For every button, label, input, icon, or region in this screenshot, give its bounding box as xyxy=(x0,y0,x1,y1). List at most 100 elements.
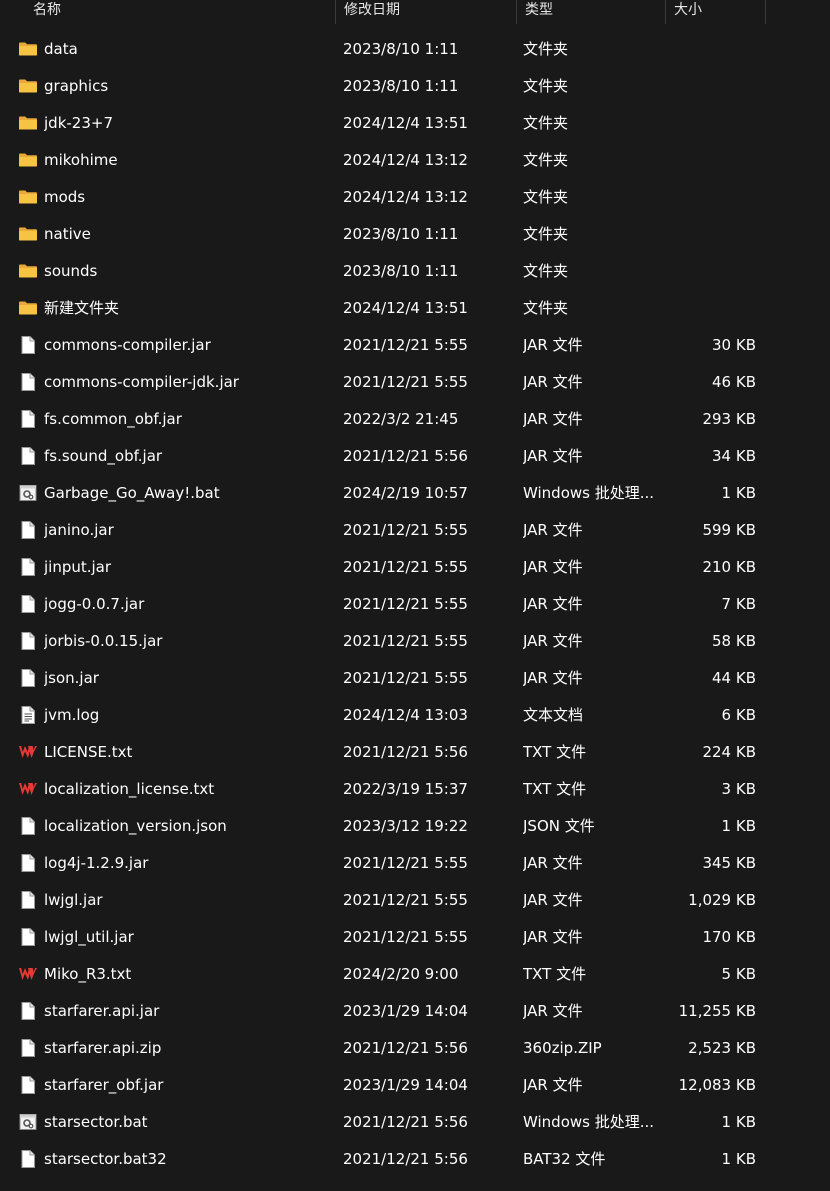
file-modified-date: 2024/12/4 13:51 xyxy=(343,299,468,317)
file-row[interactable]: jorbis-0.0.15.jar 2021/12/21 5:55 JAR 文件 58… xyxy=(0,623,830,660)
file-modified-date: 2023/8/10 1:11 xyxy=(343,40,459,58)
file-row[interactable]: commons-compiler-jdk.jar 2021/12/21 5:55 J… xyxy=(0,364,830,401)
file-modified-date: 2024/12/4 13:03 xyxy=(343,706,468,724)
column-header-type[interactable]: 类型 xyxy=(517,0,665,24)
file-modified-date: 2021/12/21 5:56 xyxy=(343,1150,468,1168)
file-name: graphics xyxy=(44,77,109,95)
file-icon xyxy=(18,372,38,392)
file-type: 文件夹 xyxy=(523,225,569,243)
file-row[interactable]: 新建文件夹 2024/12/4 13:51 文件夹 xyxy=(0,290,830,327)
file-icon xyxy=(18,335,38,355)
column-divider[interactable] xyxy=(765,0,766,24)
file-icon xyxy=(18,409,38,429)
file-row[interactable]: Miko_R3.txt 2024/2/20 9:00 TXT 文件 5 KB xyxy=(0,956,830,993)
file-row[interactable]: localization_version.json 2023/3/12 19:22… xyxy=(0,808,830,845)
file-modified-date: 2022/3/2 21:45 xyxy=(343,410,459,428)
file-row[interactable]: native 2023/8/10 1:11 文件夹 xyxy=(0,216,830,253)
file-icon xyxy=(18,1038,38,1058)
file-name: lwjgl_util.jar xyxy=(44,928,134,946)
file-modified-date: 2021/12/21 5:55 xyxy=(343,336,468,354)
file-type: JAR 文件 xyxy=(523,669,583,687)
file-size: 345 KB xyxy=(702,854,756,872)
column-header-size[interactable]: 大小 xyxy=(666,0,766,24)
file-type: JSON 文件 xyxy=(523,817,595,835)
file-row[interactable]: janino.jar 2021/12/21 5:55 JAR 文件 599 KB xyxy=(0,512,830,549)
file-row[interactable]: commons-compiler.jar 2021/12/21 5:55 JAR 文… xyxy=(0,327,830,364)
file-name: 新建文件夹 xyxy=(44,299,120,317)
folder-icon xyxy=(18,261,38,281)
file-row[interactable]: starsector.bat32 2021/12/21 5:56 BAT32 文件 1… xyxy=(0,1141,830,1178)
folder-icon xyxy=(18,76,38,96)
file-row[interactable]: starfarer.api.jar 2023/1/29 14:04 JAR 文件 11… xyxy=(0,993,830,1030)
column-header-name[interactable]: 名称 xyxy=(25,0,335,24)
file-row[interactable]: fs.sound_obf.jar 2021/12/21 5:56 JAR 文件 34 … xyxy=(0,438,830,475)
file-icon xyxy=(18,446,38,466)
file-name: jvm.log xyxy=(44,706,100,724)
file-row[interactable]: jvm.log 2024/12/4 13:03 文本文档 6 KB xyxy=(0,697,830,734)
file-size: 1 KB xyxy=(721,817,756,835)
file-type: JAR 文件 xyxy=(523,854,583,872)
file-modified-date: 2024/12/4 13:12 xyxy=(343,188,468,206)
file-row[interactable]: json.jar 2021/12/21 5:55 JAR 文件 44 KB xyxy=(0,660,830,697)
file-name: jorbis-0.0.15.jar xyxy=(44,632,163,650)
column-header-date[interactable]: 修改日期 xyxy=(336,0,516,24)
file-name: jogg-0.0.7.jar xyxy=(44,595,145,613)
file-row[interactable]: lwjgl.jar 2021/12/21 5:55 JAR 文件 1,029 KB xyxy=(0,882,830,919)
file-row[interactable]: jdk-23+7 2024/12/4 13:51 文件夹 xyxy=(0,105,830,142)
file-name: Garbage_Go_Away!.bat xyxy=(44,484,220,502)
file-type: BAT32 文件 xyxy=(523,1150,606,1168)
file-row[interactable]: lwjgl_util.jar 2021/12/21 5:55 JAR 文件 170 K… xyxy=(0,919,830,956)
file-icon xyxy=(18,853,38,873)
file-name: json.jar xyxy=(44,669,99,687)
file-type: 文件夹 xyxy=(523,262,569,280)
file-type: Windows 批处理... xyxy=(523,1113,655,1131)
file-row[interactable]: jinput.jar 2021/12/21 5:55 JAR 文件 210 KB xyxy=(0,549,830,586)
file-type: JAR 文件 xyxy=(523,632,583,650)
file-row[interactable]: jogg-0.0.7.jar 2021/12/21 5:55 JAR 文件 7 KB xyxy=(0,586,830,623)
file-name: fs.sound_obf.jar xyxy=(44,447,163,465)
file-size xyxy=(660,179,756,216)
file-size: 7 KB xyxy=(721,595,756,613)
file-modified-date: 2023/3/12 19:22 xyxy=(343,817,468,835)
file-row[interactable]: mikohime 2024/12/4 13:12 文件夹 xyxy=(0,142,830,179)
file-row[interactable]: data 2023/8/10 1:11 文件夹 xyxy=(0,31,830,68)
folder-icon xyxy=(18,298,38,318)
file-type: JAR 文件 xyxy=(523,447,583,465)
file-modified-date: 2023/8/10 1:11 xyxy=(343,225,459,243)
file-row[interactable]: LICENSE.txt 2021/12/21 5:56 TXT 文件 224 KB xyxy=(0,734,830,771)
file-row[interactable]: log4j-1.2.9.jar 2021/12/21 5:55 JAR 文件 345 … xyxy=(0,845,830,882)
file-name: commons-compiler.jar xyxy=(44,336,211,354)
file-size: 6 KB xyxy=(721,706,756,724)
file-row[interactable]: graphics 2023/8/10 1:11 文件夹 xyxy=(0,68,830,105)
file-size xyxy=(660,216,756,253)
file-type: 文件夹 xyxy=(523,114,569,132)
file-size: 1 KB xyxy=(721,1150,756,1168)
file-type: JAR 文件 xyxy=(523,1002,583,1020)
file-list: data 2023/8/10 1:11 文件夹 graphics 2023/8/10 1… xyxy=(0,31,830,1178)
file-size: 1,029 KB xyxy=(688,891,756,909)
file-modified-date: 2021/12/21 5:55 xyxy=(343,632,468,650)
file-type: JAR 文件 xyxy=(523,336,583,354)
file-row[interactable]: starfarer.api.zip 2021/12/21 5:56 360zip.Z… xyxy=(0,1030,830,1067)
file-size xyxy=(660,253,756,290)
file-icon xyxy=(18,1075,38,1095)
file-size: 599 KB xyxy=(702,521,756,539)
file-type: TXT 文件 xyxy=(523,743,587,761)
file-row[interactable]: starfarer_obf.jar 2023/1/29 14:04 JAR 文件 12… xyxy=(0,1067,830,1104)
file-modified-date: 2022/3/19 15:37 xyxy=(343,780,468,798)
file-icon xyxy=(18,668,38,688)
file-row[interactable]: sounds 2023/8/10 1:11 文件夹 xyxy=(0,253,830,290)
file-row[interactable]: mods 2024/12/4 13:12 文件夹 xyxy=(0,179,830,216)
file-row[interactable]: Garbage_Go_Away!.bat 2024/2/19 10:57 Windo… xyxy=(0,475,830,512)
file-size xyxy=(660,142,756,179)
file-row[interactable]: fs.common_obf.jar 2022/3/2 21:45 JAR 文件 293… xyxy=(0,401,830,438)
text-file-icon xyxy=(18,705,38,725)
file-icon xyxy=(18,927,38,947)
file-type: 文件夹 xyxy=(523,40,569,58)
file-row[interactable]: localization_license.txt 2022/3/19 15:37 T… xyxy=(0,771,830,808)
file-row[interactable]: starsector.bat 2021/12/21 5:56 Windows 批处理… xyxy=(0,1104,830,1141)
file-type: TXT 文件 xyxy=(523,780,587,798)
file-modified-date: 2021/12/21 5:56 xyxy=(343,447,468,465)
file-name: mods xyxy=(44,188,86,206)
file-size: 224 KB xyxy=(702,743,756,761)
